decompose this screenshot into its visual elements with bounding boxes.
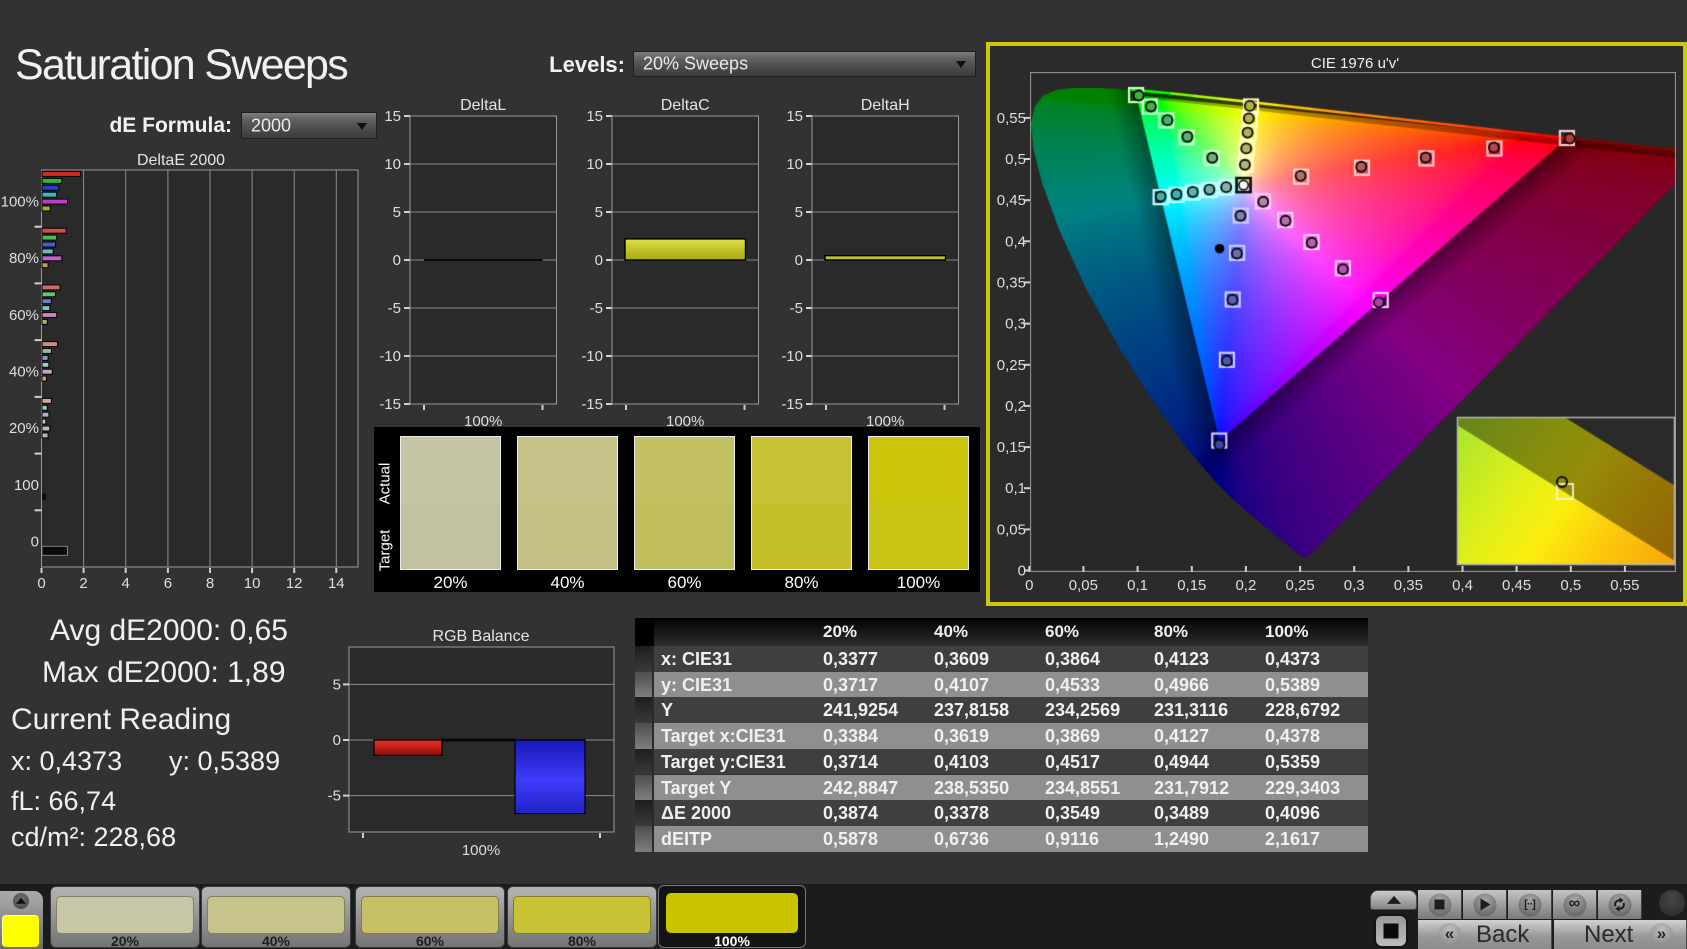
svg-text:15: 15: [586, 108, 603, 125]
svg-text:5: 5: [333, 676, 341, 693]
svg-text:0,55: 0,55: [997, 110, 1026, 127]
svg-text:0,15: 0,15: [1177, 577, 1206, 594]
svg-text:100%: 100%: [1, 193, 39, 210]
svg-text:0: 0: [595, 252, 603, 269]
svg-text:0: 0: [333, 732, 341, 749]
svg-text:0: 0: [31, 534, 39, 551]
svg-text:80%: 80%: [9, 250, 39, 267]
svg-text:-5: -5: [388, 300, 401, 317]
svg-text:0,5: 0,5: [1005, 151, 1026, 168]
svg-text:RGB Balance: RGB Balance: [433, 628, 530, 645]
svg-text:5: 5: [795, 204, 803, 221]
svg-text:-15: -15: [781, 396, 803, 413]
svg-text:60%: 60%: [9, 307, 39, 324]
svg-text:DeltaL: DeltaL: [460, 97, 506, 114]
svg-text:15: 15: [786, 108, 803, 125]
svg-text:0,25: 0,25: [1285, 577, 1314, 594]
svg-text:-10: -10: [379, 348, 401, 365]
svg-text:-5: -5: [590, 300, 603, 317]
svg-text:0,1: 0,1: [1005, 480, 1026, 497]
svg-text:DeltaC: DeltaC: [661, 97, 710, 114]
svg-text:40%: 40%: [9, 364, 39, 381]
svg-text:0,55: 0,55: [1610, 577, 1639, 594]
svg-text:15: 15: [384, 108, 401, 125]
svg-text:0,4: 0,4: [1005, 233, 1026, 250]
svg-text:10: 10: [244, 575, 261, 592]
svg-text:10: 10: [586, 156, 603, 173]
svg-text:0: 0: [1018, 563, 1026, 580]
svg-text:0: 0: [393, 252, 401, 269]
svg-text:0,1: 0,1: [1127, 577, 1148, 594]
svg-text:10: 10: [384, 156, 401, 173]
svg-text:-15: -15: [379, 396, 401, 413]
svg-text:20%: 20%: [9, 420, 39, 437]
svg-text:0,3: 0,3: [1005, 316, 1026, 333]
svg-text:10: 10: [786, 156, 803, 173]
svg-text:0,45: 0,45: [997, 192, 1026, 209]
svg-text:0: 0: [795, 252, 803, 269]
svg-text:12: 12: [286, 575, 303, 592]
svg-text:0: 0: [1025, 577, 1033, 594]
svg-text:-10: -10: [781, 348, 803, 365]
svg-text:0,05: 0,05: [1069, 577, 1098, 594]
svg-text:-5: -5: [328, 788, 341, 805]
svg-text:100%: 100%: [462, 842, 500, 855]
svg-text:2: 2: [79, 575, 87, 592]
svg-text:4: 4: [122, 575, 130, 592]
svg-text:DeltaH: DeltaH: [861, 97, 910, 114]
svg-text:0,05: 0,05: [997, 521, 1026, 538]
svg-text:0,2: 0,2: [1235, 577, 1256, 594]
svg-text:0,45: 0,45: [1502, 577, 1531, 594]
svg-text:-5: -5: [790, 300, 803, 317]
svg-text:-15: -15: [581, 396, 603, 413]
svg-text:-10: -10: [581, 348, 603, 365]
svg-text:8: 8: [206, 575, 214, 592]
svg-text:0,15: 0,15: [997, 439, 1026, 456]
svg-text:5: 5: [393, 204, 401, 221]
svg-text:5: 5: [595, 204, 603, 221]
svg-text:0,35: 0,35: [997, 274, 1026, 291]
svg-text:0,2: 0,2: [1005, 398, 1026, 415]
svg-text:100: 100: [14, 477, 39, 494]
svg-text:14: 14: [328, 575, 345, 592]
svg-text:0,35: 0,35: [1394, 577, 1423, 594]
svg-text:0: 0: [37, 575, 45, 592]
svg-text:0,5: 0,5: [1560, 577, 1581, 594]
svg-text:DeltaE 2000: DeltaE 2000: [137, 152, 225, 169]
svg-text:0,3: 0,3: [1344, 577, 1365, 594]
svg-text:6: 6: [164, 575, 172, 592]
svg-text:0,25: 0,25: [997, 357, 1026, 374]
svg-text:0,4: 0,4: [1452, 577, 1473, 594]
